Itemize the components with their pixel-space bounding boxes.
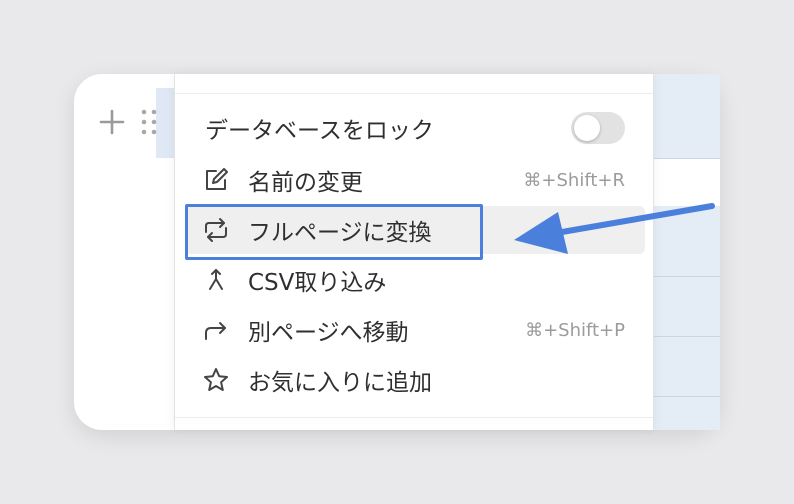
menu-item-label: データベースをロック	[205, 118, 434, 144]
selected-block-strip	[156, 88, 174, 158]
drag-handle-icon[interactable]	[140, 108, 158, 136]
add-block-icon[interactable]	[98, 108, 126, 136]
pointer-arrow-icon	[514, 203, 715, 254]
table-divider	[652, 396, 720, 397]
lock-database-toggle[interactable]	[571, 112, 625, 144]
menu-item-label: お気に入りに追加	[248, 370, 432, 396]
menu-divider	[175, 93, 653, 94]
menu-item-add-favorite[interactable]: お気に入りに追加	[185, 356, 645, 404]
merge-icon	[201, 265, 231, 295]
menu-item-label: 名前の変更	[248, 170, 363, 196]
table-divider	[652, 336, 720, 337]
toggle-knob	[574, 115, 600, 141]
move-arrow-icon	[201, 315, 231, 345]
menu-item-lock-database[interactable]: データベースをロック	[185, 104, 645, 152]
shortcut-hint: ⌘+Shift+P	[525, 319, 625, 341]
edit-icon	[201, 165, 231, 195]
menu-item-label: 別ページへ移動	[248, 320, 409, 346]
table-divider	[652, 276, 720, 277]
table-divider	[652, 158, 720, 159]
menu-item-import-csv[interactable]: CSV取り込み	[185, 256, 645, 304]
menu-item-move-to[interactable]: 別ページへ移動 ⌘+Shift+P	[185, 306, 645, 354]
menu-item-label: CSV取り込み	[248, 270, 387, 296]
menu-divider	[175, 417, 653, 418]
star-icon	[201, 365, 231, 395]
shortcut-hint: ⌘+Shift+R	[523, 169, 625, 191]
highlight-callout-box	[185, 204, 483, 260]
